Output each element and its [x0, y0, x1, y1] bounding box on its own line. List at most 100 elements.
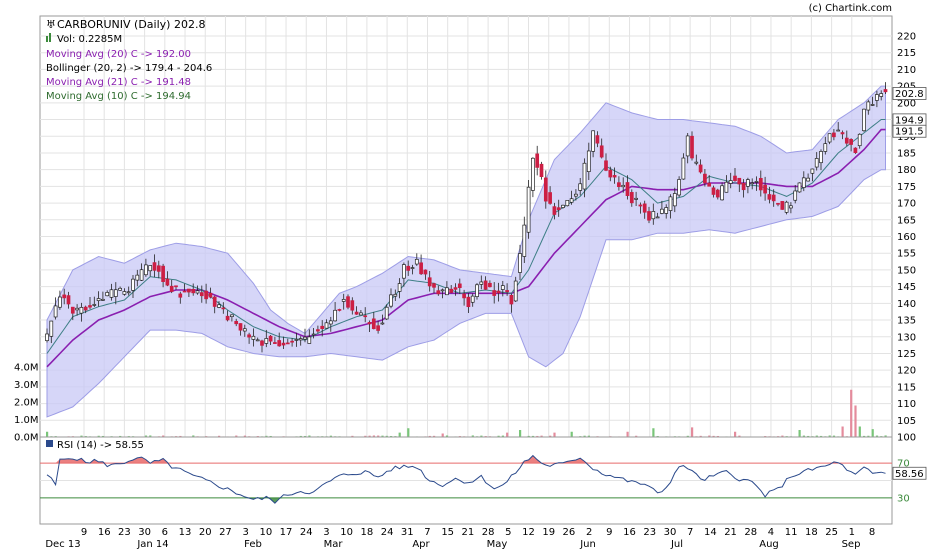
volume-tick-label: 2.0M [14, 398, 39, 409]
day-tick-label: 25 [825, 527, 838, 538]
time-axis: 9 16 23 30 6 13 20 27 3 10 17 24 3 10 18 24 31 7 15 21 28 5 12… [45, 527, 875, 550]
candle-body [316, 329, 320, 332]
candle-body [771, 194, 776, 202]
candle-body [664, 207, 669, 214]
candle-body [819, 151, 823, 164]
day-tick-label: 9 [81, 527, 87, 538]
candle-body [763, 184, 767, 194]
candle-body [883, 89, 888, 93]
candle-body [161, 265, 165, 282]
candle-body [724, 181, 729, 193]
candle-body [733, 175, 737, 181]
candle-body [827, 133, 832, 143]
day-tick-label: 31 [401, 527, 414, 538]
candle-body [625, 182, 630, 196]
candle-body [126, 291, 131, 294]
candle-body [634, 197, 638, 200]
volume-bar [854, 405, 857, 437]
candle-body [204, 290, 208, 300]
chart-stage: 100 105 110 115 120 125 130 135 140 145 150 155 160 1… [0, 0, 930, 551]
price-tick-label: 125 [897, 349, 916, 360]
candle-body [651, 211, 656, 220]
candle-body [303, 336, 307, 340]
candle-body [131, 278, 135, 291]
candle-body [118, 287, 122, 291]
rsi-tick-label: 30 [897, 493, 910, 504]
price-tag-label: 194.9 [895, 115, 924, 126]
candle-body [574, 193, 578, 197]
candle-body [457, 283, 462, 288]
day-tick-label: 19 [542, 527, 555, 538]
candle-body [178, 293, 183, 298]
candle-body [109, 289, 114, 298]
candle-body [496, 290, 501, 294]
day-tick-label: 18 [361, 527, 374, 538]
candle-body [277, 340, 282, 347]
day-tick-label: 27 [219, 527, 232, 538]
candle-body [728, 180, 733, 184]
candle-body [720, 185, 724, 201]
candle-body [741, 182, 746, 191]
month-tick-label: Dec 13 [45, 539, 80, 550]
month-tick-label: Aug [759, 539, 779, 550]
candle-body [255, 339, 260, 342]
stock-chart: 1001051101151201251301351401451501551601… [14, 3, 927, 550]
day-tick-label: 21 [462, 527, 475, 538]
volume-bar [570, 431, 573, 437]
candle-body [238, 323, 243, 331]
candle-body [750, 182, 755, 185]
candle-body [849, 139, 853, 145]
candle-body [311, 333, 316, 336]
candle-body [298, 338, 303, 341]
candle-body [96, 298, 101, 302]
volume-bar [871, 429, 874, 437]
candle-body [483, 280, 488, 290]
day-tick-label: 24 [381, 527, 394, 538]
candle-body [453, 287, 458, 290]
candle-body [767, 194, 772, 200]
candle-body [285, 342, 290, 345]
candle-body [384, 306, 389, 320]
candle-body [535, 153, 540, 168]
month-tick-label: Jul [670, 539, 683, 550]
candle-body [543, 177, 548, 202]
candle-body [101, 298, 105, 301]
candle-body [174, 285, 178, 288]
price-tick-label: 165 [897, 215, 916, 226]
candle-body [92, 304, 97, 306]
candle-body [169, 285, 174, 292]
volume-bar [734, 431, 737, 437]
candle-body [698, 164, 703, 173]
price-tag-label: 191.5 [895, 127, 924, 138]
candle-body [870, 104, 875, 106]
candle-body [410, 267, 415, 269]
volume-axis: 0.0M 1.0M 2.0M 3.0M 4.0M [14, 363, 39, 444]
candle-body [608, 169, 613, 178]
day-tick-label: 9 [606, 527, 612, 538]
candle-body [346, 296, 350, 308]
candle-body [548, 192, 552, 204]
candle-body [320, 325, 325, 329]
candle-body [582, 162, 587, 190]
volume-tick-label: 3.0M [14, 380, 39, 391]
price-tick-label: 135 [897, 316, 916, 327]
candle-body [380, 322, 385, 325]
volume-bar [652, 428, 655, 437]
candle-body [195, 290, 200, 294]
candle-body [307, 336, 312, 344]
candle-body [672, 193, 677, 207]
candle-body [260, 340, 264, 346]
volume-bar [798, 430, 801, 437]
candle-body [393, 293, 398, 297]
candle-body [840, 132, 845, 135]
legend-vol-icon-bar [49, 33, 51, 42]
candle-body [217, 304, 221, 308]
candle-body [440, 289, 445, 292]
day-tick-label: 15 [441, 527, 454, 538]
candle-body [135, 274, 140, 281]
volume-tick-label: 4.0M [14, 363, 39, 374]
candle-body [539, 163, 544, 178]
candle-body [83, 306, 88, 311]
candle-body [875, 94, 879, 101]
candle-body [668, 196, 673, 211]
